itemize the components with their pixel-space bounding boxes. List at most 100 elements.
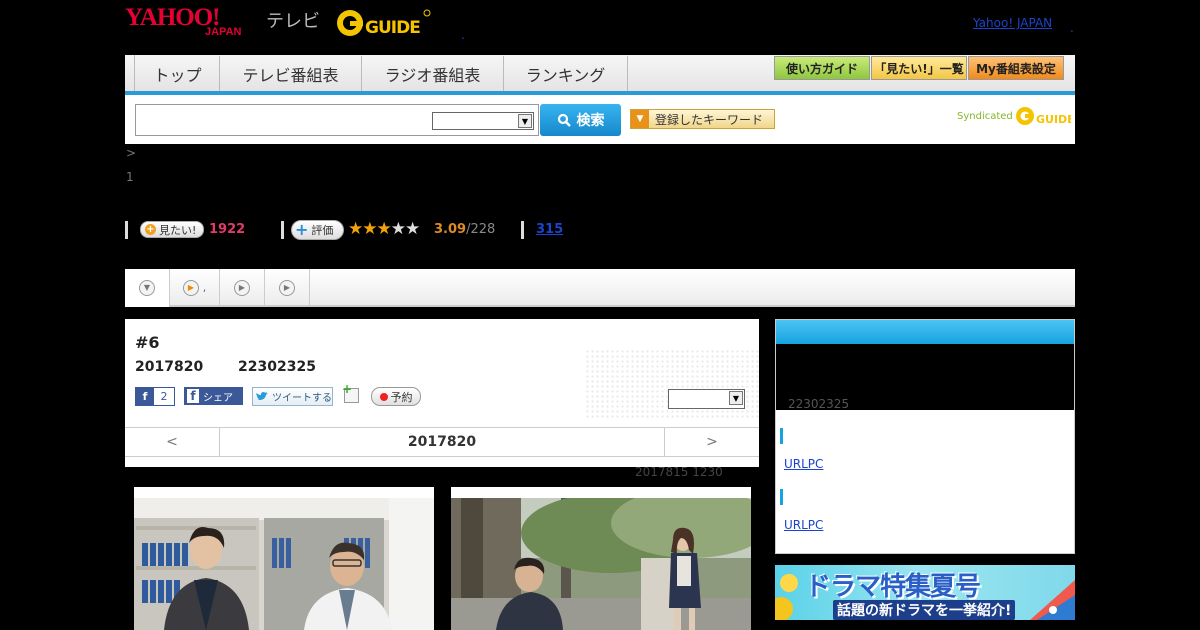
page-number: 1: [126, 170, 134, 184]
twitter-bird-icon: [256, 392, 268, 400]
facebook-share-button[interactable]: f シェア: [184, 387, 243, 405]
pager-date: 2017820: [407, 434, 477, 450]
banner-subtitle: 話題の新ドラマを一挙紹介!: [833, 600, 1016, 620]
tweet-label: ツイートする: [272, 393, 332, 404]
divider: [125, 221, 128, 239]
updated-timestamp: 2017815 1230: [635, 465, 723, 479]
scene-image-2: [451, 498, 751, 630]
rate-button[interactable]: + 評価: [291, 220, 344, 240]
pager-prev-button[interactable]: <: [125, 428, 220, 456]
search-icon: [557, 113, 571, 127]
nav-tab-radio-schedule[interactable]: ラジオ番組表: [362, 56, 504, 91]
g-guide-logo[interactable]: GUIDE: [335, 8, 431, 39]
dropdown-triangle-icon: ▼: [631, 110, 649, 128]
star-filled-icon: ★: [348, 219, 363, 239]
tweet-button[interactable]: ツイートする: [252, 387, 333, 406]
star-empty-icon: ★: [390, 219, 406, 239]
sidebar-header: [776, 320, 1074, 344]
reserve-label: 予約: [390, 390, 413, 404]
nav-tab-ranking[interactable]: ランキング: [504, 56, 628, 91]
header-dot: .: [461, 28, 465, 42]
chevron-down-icon: ▼: [729, 391, 743, 405]
tab-play-3[interactable]: ▶: [265, 269, 310, 307]
registered-keywords-button[interactable]: ▼ 登録したキーワード: [630, 109, 775, 129]
chevron-down-icon: ▼: [139, 280, 155, 296]
svg-text:GUIDE: GUIDE: [365, 18, 420, 38]
facebook-like-count-button[interactable]: f 2: [135, 387, 175, 406]
sidebar-link-1[interactable]: URLPC: [784, 457, 823, 471]
scene-image-1: [134, 498, 434, 630]
want-list-button[interactable]: 「見たい!」一覧: [871, 56, 967, 80]
sidebar-time: 22302325: [788, 397, 850, 411]
divider: [521, 221, 524, 239]
scene-photo-1[interactable]: [134, 487, 434, 630]
tab-video[interactable]: ▶ ,: [170, 269, 220, 307]
facebook-share-label: シェア: [203, 392, 233, 404]
rating-number: 3.09: [434, 222, 467, 237]
star-filled-icon: ★: [376, 219, 392, 239]
divider: [281, 221, 284, 239]
banner-title: ドラマ特集夏号: [805, 572, 981, 602]
tab-play-2[interactable]: ▶: [220, 269, 265, 307]
plus-icon: +: [145, 224, 156, 235]
my-schedule-settings-button[interactable]: My番組表設定: [968, 56, 1064, 80]
episode-title: #6: [135, 333, 160, 352]
nav-edge: [125, 55, 135, 91]
chevron-down-icon: ▼: [518, 114, 532, 128]
sidebar-link-2[interactable]: URLPC: [784, 518, 823, 532]
pager-next-button[interactable]: >: [664, 428, 759, 456]
review-count-link[interactable]: 315: [536, 222, 563, 237]
sidebar-panel: 22302325 URLPC URLPC: [775, 319, 1075, 554]
rating-value: 3.09/228: [434, 222, 495, 237]
facebook-icon: f: [187, 389, 199, 403]
scene-photo-2[interactable]: [451, 487, 751, 630]
yahoo-japan-link[interactable]: Yahoo! JAPAN: [973, 16, 1052, 30]
facebook-count: 2: [160, 390, 168, 403]
section-marker: [780, 428, 783, 444]
usage-guide-button[interactable]: 使い方ガイド: [774, 56, 870, 80]
facebook-icon: f: [136, 388, 154, 405]
star-filled-icon: ★: [362, 219, 377, 239]
svg-text:GUIDE: GUIDE: [1036, 113, 1071, 126]
search-button[interactable]: 検索: [540, 104, 621, 136]
tv-logo[interactable]: テレビ: [266, 7, 320, 33]
star-empty-icon: ★: [405, 219, 420, 239]
play-icon: ▶: [279, 280, 295, 296]
plus-icon: +: [295, 220, 309, 239]
want-count: 1922: [209, 222, 246, 237]
rate-label: 評価: [311, 224, 334, 237]
record-dot-icon: [379, 392, 388, 401]
rating-count: /228: [466, 222, 496, 237]
tab-episode-info[interactable]: ▼: [125, 269, 170, 307]
episode-date: 2017820: [135, 359, 204, 375]
play-icon: ▶: [234, 280, 250, 296]
nav-tab-tv-schedule[interactable]: テレビ番組表: [220, 56, 362, 91]
header-dot-2: .: [1070, 21, 1074, 35]
episode-pager: < 2017820 >: [125, 427, 759, 457]
add-to-calendar-icon[interactable]: [342, 382, 359, 403]
reserve-recording-button[interactable]: 予約: [371, 387, 421, 406]
search-input[interactable]: ▼: [135, 104, 539, 136]
episode-card: #6 2017820 22302325 f 2 f シェア ツイートする 予約 …: [125, 319, 759, 467]
rating-stars: ★★★★★: [348, 219, 420, 239]
keyword-button-label: 登録したキーワード: [655, 112, 764, 127]
search-bar: ▼ 検索 ▼ 登録したキーワード Syndicated GUIDE: [125, 95, 1075, 144]
episode-select[interactable]: ▼: [668, 389, 745, 409]
syndicated-g-guide: Syndicated GUIDE: [957, 105, 1071, 127]
want-label: 見たい!: [159, 223, 197, 237]
episode-tabs: ▼ ▶ , ▶ ▶: [125, 269, 1075, 307]
tab-video-label: ,: [202, 282, 207, 294]
yahoo-japan-logo-sub: JAPAN: [205, 26, 242, 38]
g-guide-small-logo: GUIDE: [1015, 107, 1071, 126]
page: YAHOO! JAPAN テレビ GUIDE . Yahoo! JAPAN . …: [0, 0, 1200, 630]
want-to-watch-button[interactable]: + 見たい!: [140, 221, 204, 238]
nav-tab-top[interactable]: トップ: [136, 56, 220, 91]
section-marker: [780, 489, 783, 505]
search-category-select[interactable]: ▼: [432, 112, 534, 130]
syndicated-label: Syndicated: [957, 110, 1013, 122]
search-button-label: 検索: [576, 113, 605, 129]
episode-time: 22302325: [238, 359, 316, 375]
main-nav: トップ テレビ番組表 ラジオ番組表 ランキング 使い方ガイド 「見たい!」一覧 …: [125, 55, 1075, 95]
breadcrumb: >: [126, 146, 137, 160]
drama-special-banner[interactable]: ドラマ特集夏号 話題の新ドラマを一挙紹介!: [775, 565, 1075, 620]
